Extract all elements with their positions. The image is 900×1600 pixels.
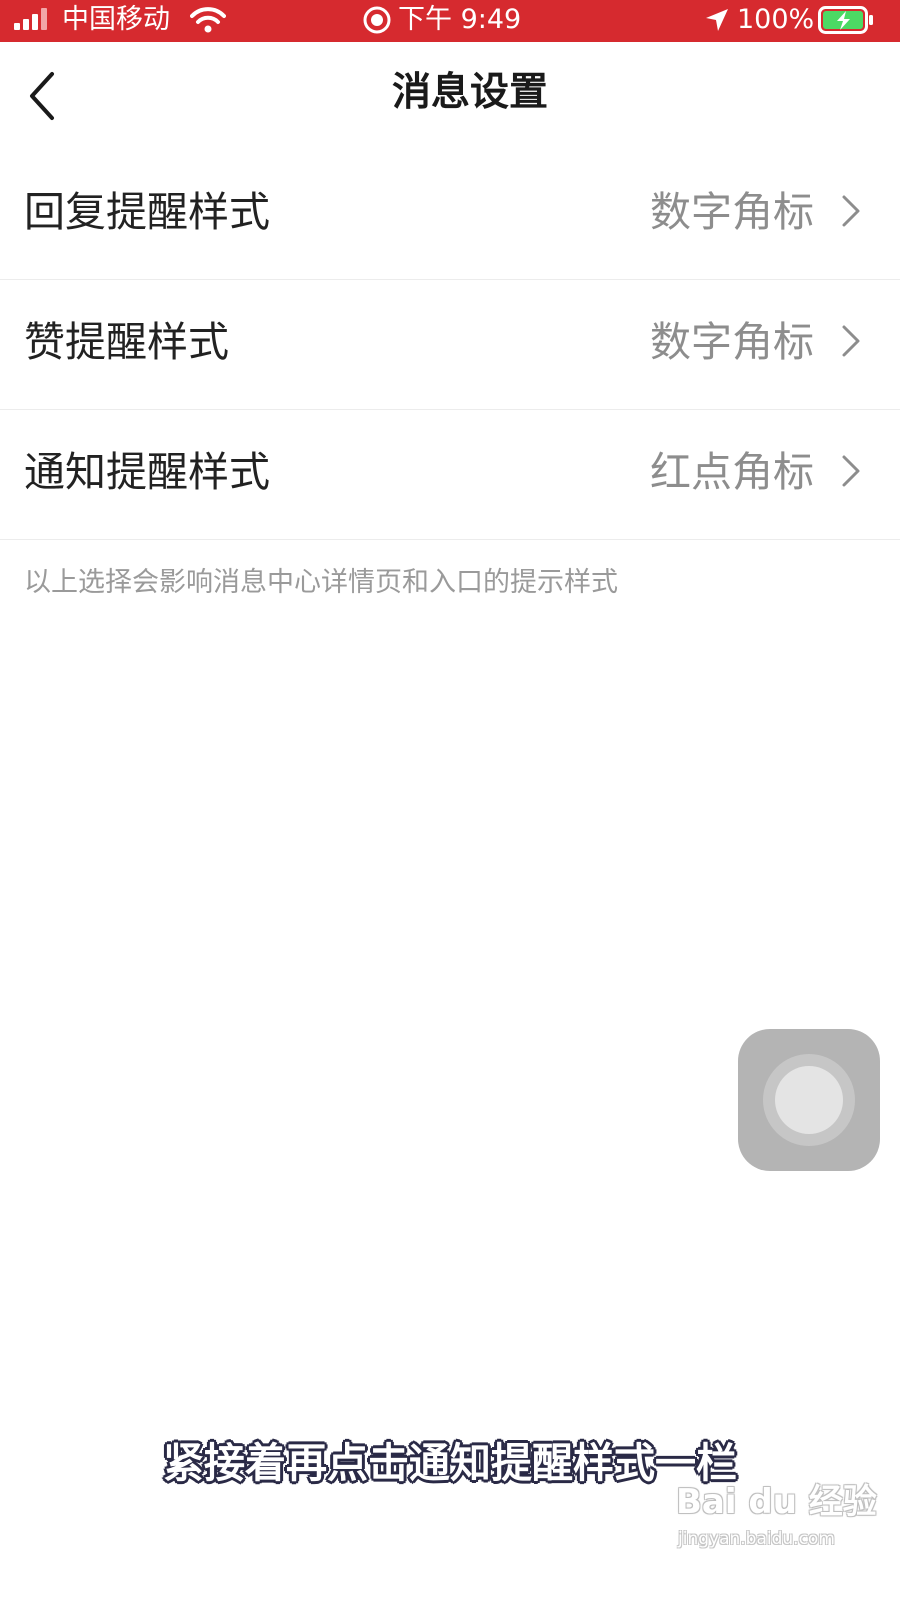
baidu-jingyan-watermark: Bai du 经验 jingyan.baidu.com — [676, 1478, 886, 1560]
cellular-signal-icon — [14, 8, 47, 30]
setting-value: 数字角标 — [650, 318, 814, 366]
battery-charging-icon — [818, 6, 873, 34]
assistive-touch-inner-circle — [775, 1066, 843, 1134]
setting-label: 通知提醒样式 — [24, 448, 270, 496]
settings-hint-text: 以上选择会影响消息中心详情页和入口的提示样式 — [24, 567, 618, 598]
setting-label: 回复提醒样式 — [24, 188, 270, 236]
setting-row-notification-reminder-style[interactable]: 通知提醒样式 红点角标 — [0, 410, 900, 540]
clock-time: 下午 9:49 — [398, 4, 522, 35]
setting-label: 赞提醒样式 — [24, 318, 229, 366]
battery-percentage: 100% — [737, 4, 815, 35]
assistive-touch-outer-ring — [763, 1054, 855, 1146]
setting-value: 数字角标 — [650, 188, 814, 236]
setting-row-like-reminder-style[interactable]: 赞提醒样式 数字角标 — [0, 280, 900, 410]
carrier-name: 中国移动 — [62, 4, 170, 35]
screen-recording-icon — [363, 6, 391, 34]
settings-list: 回复提醒样式 数字角标 赞提醒样式 数字角标 通知提醒样式 红点角标 — [0, 150, 900, 540]
setting-row-reply-reminder-style[interactable]: 回复提醒样式 数字角标 — [0, 150, 900, 280]
chevron-right-icon — [842, 455, 860, 487]
watermark-url: jingyan.baidu.com — [678, 1529, 835, 1549]
assistive-touch-button[interactable] — [738, 1029, 880, 1171]
navigation-bar: 消息设置 — [0, 42, 900, 150]
watermark-brand: Bai du 经验 — [676, 1482, 877, 1522]
chevron-right-icon — [842, 195, 860, 227]
setting-value: 红点角标 — [650, 448, 814, 496]
location-arrow-icon — [706, 9, 728, 31]
status-bar: 中国移动 下午 9:49 100% — [0, 0, 900, 42]
wifi-icon — [190, 7, 226, 33]
page-title: 消息设置 — [391, 70, 548, 115]
chevron-right-icon — [842, 325, 860, 357]
